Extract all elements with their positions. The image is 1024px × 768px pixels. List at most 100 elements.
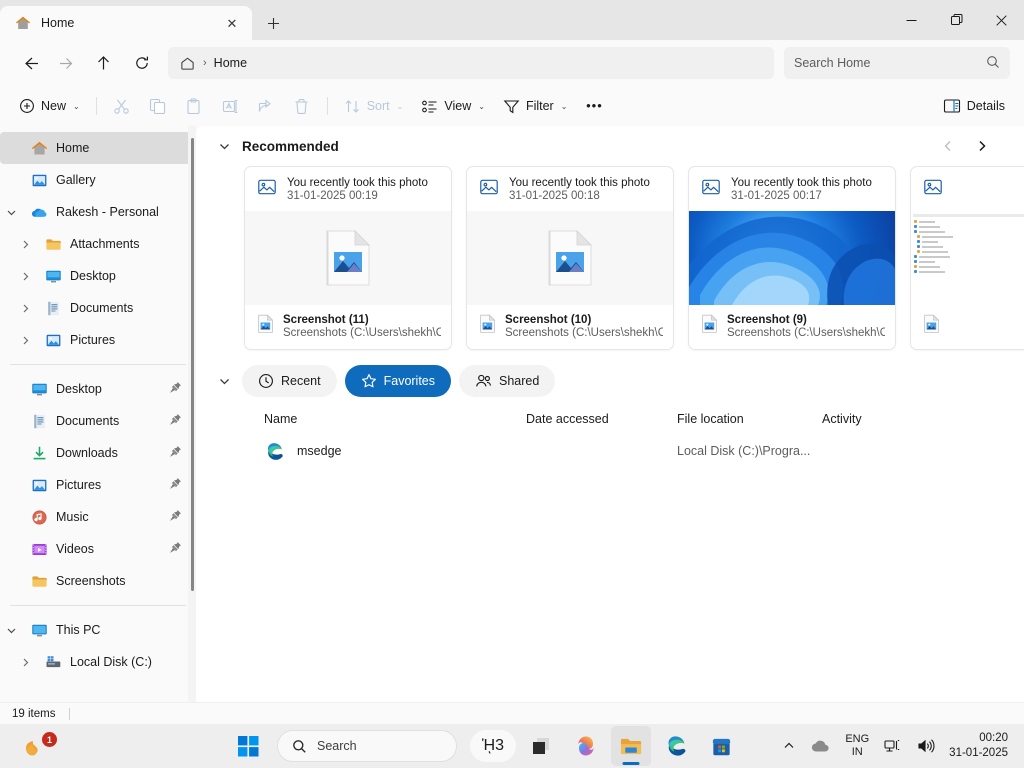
carousel-prev-button[interactable] — [934, 132, 962, 160]
sidebar-item-local-disk-c[interactable]: Local Disk (C:) — [0, 646, 190, 678]
network-tray-icon[interactable] — [878, 728, 907, 764]
share-button[interactable] — [248, 91, 284, 121]
sidebar-item-home[interactable]: Home — [0, 132, 190, 164]
breadcrumb-home-icon[interactable] — [178, 54, 196, 72]
onedrive-tray-icon[interactable] — [805, 728, 836, 764]
file-photo-icon — [479, 314, 496, 338]
taskbar-notification-app[interactable]: 1 — [20, 724, 50, 768]
taskbar-clock[interactable]: 00:20 31-01-2025 — [945, 731, 1016, 761]
sidebar-item-pictures[interactable]: Pictures — [0, 469, 190, 501]
sidebar-item-gallery[interactable]: Gallery — [0, 164, 190, 196]
sort-button[interactable]: Sort ⌄ — [335, 91, 413, 121]
table-row[interactable]: msedgeLocal Disk (C:)\Progra... — [196, 434, 1024, 468]
new-tab-button[interactable] — [256, 8, 290, 38]
pin-icon[interactable] — [169, 413, 182, 429]
chevron-right-icon[interactable] — [14, 335, 36, 346]
tab-shared[interactable]: Shared — [459, 365, 555, 397]
recommended-card[interactable]: You recently took this photo31-01-2025 0… — [466, 166, 674, 350]
start-button[interactable] — [228, 726, 268, 766]
sidebar-item-downloads[interactable]: Downloads — [0, 437, 190, 469]
pin-icon[interactable] — [169, 445, 182, 461]
language-indicator[interactable]: ENG IN — [840, 733, 874, 759]
sidebar-item-documents[interactable]: Documents — [0, 292, 190, 324]
recommended-card[interactable]: You recently took this photo31-01-2025 0… — [688, 166, 896, 350]
chevron-down-icon[interactable] — [0, 207, 22, 218]
close-button[interactable] — [979, 0, 1024, 40]
taskbar-search[interactable]: Search — [277, 730, 457, 762]
refresh-button[interactable] — [125, 47, 158, 80]
search-input[interactable]: Search Home — [794, 56, 870, 70]
more-options-button[interactable]: ••• — [576, 91, 612, 121]
pin-icon[interactable] — [169, 477, 182, 493]
file-explorer-taskbar-button[interactable] — [611, 726, 651, 766]
breadcrumb-current[interactable]: Home — [214, 56, 247, 70]
search-box[interactable]: Search Home — [784, 47, 1010, 79]
details-pane-button[interactable]: Details — [934, 91, 1014, 121]
carousel-next-button[interactable] — [968, 132, 996, 160]
taskbar-search-input[interactable]: Search — [317, 739, 357, 753]
microsoft-store-taskbar-button[interactable] — [701, 726, 741, 766]
restore-button[interactable] — [934, 0, 979, 40]
widgets-button[interactable]: ᾙ3 — [470, 730, 516, 762]
chevron-down-icon[interactable] — [210, 140, 238, 153]
sidebar-item-rakesh-personal[interactable]: Rakesh - Personal — [0, 196, 190, 228]
pin-icon[interactable] — [169, 509, 182, 525]
recommended-card[interactable] — [910, 166, 1024, 350]
chevron-right-icon[interactable] — [14, 303, 36, 314]
rename-button[interactable] — [212, 91, 248, 121]
card-footer: Screenshot (9)Screenshots (C:\Users\shek… — [689, 305, 895, 349]
close-tab-icon[interactable]: ✕ — [220, 11, 244, 35]
task-view-button[interactable] — [521, 726, 561, 766]
minimize-button[interactable] — [889, 0, 934, 40]
pin-icon[interactable] — [169, 381, 182, 397]
paste-button[interactable] — [176, 91, 212, 121]
back-button[interactable] — [14, 47, 47, 80]
tray-overflow-button[interactable] — [777, 728, 801, 764]
chevron-down-icon[interactable] — [0, 625, 22, 636]
sidebar-item-pictures[interactable]: Pictures — [0, 324, 190, 356]
microsoft-edge-taskbar-button[interactable] — [656, 726, 696, 766]
tab-home[interactable]: Home ✕ — [0, 6, 252, 40]
view-button[interactable]: View ⌄ — [412, 91, 494, 121]
chevron-right-icon[interactable] — [14, 657, 36, 668]
column-header-activity[interactable]: Activity — [822, 412, 942, 426]
sidebar-item-documents[interactable]: Documents — [0, 405, 190, 437]
recommended-card[interactable]: You recently took this photo31-01-2025 0… — [244, 166, 452, 350]
sidebar-scrollbar-thumb[interactable] — [191, 138, 194, 591]
column-header-file-location[interactable]: File location — [677, 412, 822, 426]
address-bar[interactable]: › Home — [168, 47, 774, 79]
up-button[interactable] — [87, 47, 120, 80]
sidebar-item-desktop[interactable]: Desktop — [0, 373, 190, 405]
sidebar-item-videos[interactable]: Videos — [0, 533, 190, 565]
tab-recent[interactable]: Recent — [242, 365, 337, 397]
column-header-name[interactable]: Name — [264, 412, 526, 426]
forward-button[interactable] — [49, 47, 82, 80]
copilot-button[interactable] — [566, 726, 606, 766]
sidebar-item-desktop[interactable]: Desktop — [0, 260, 190, 292]
music-icon — [30, 508, 48, 526]
volume-tray-icon[interactable] — [911, 728, 941, 764]
card-file-path: Screenshots (C:\Users\shekh\O... — [505, 327, 663, 339]
file-list-rows: msedgeLocal Disk (C:)\Progra... — [196, 434, 1024, 468]
sidebar-item-music[interactable]: Music — [0, 501, 190, 533]
sidebar-item-screenshots[interactable]: Screenshots — [0, 565, 190, 597]
delete-button[interactable] — [284, 91, 320, 121]
column-header-date-accessed[interactable]: Date accessed — [526, 412, 677, 426]
sidebar-item-attachments[interactable]: Attachments — [0, 228, 190, 260]
sidebar-item-label: Desktop — [56, 382, 102, 396]
chevron-right-icon[interactable] — [14, 271, 36, 282]
chevron-right-icon[interactable] — [14, 239, 36, 250]
new-button[interactable]: New ⌄ — [10, 91, 89, 121]
filter-button[interactable]: Filter ⌄ — [494, 91, 576, 121]
home-icon — [14, 14, 32, 32]
chevron-down-icon[interactable] — [210, 375, 238, 388]
sidebar-item-this-pc[interactable]: This PC — [0, 614, 190, 646]
cut-button[interactable] — [104, 91, 140, 121]
sidebar-item-label: Desktop — [70, 269, 116, 283]
copy-button[interactable] — [140, 91, 176, 121]
search-icon[interactable] — [986, 55, 1000, 72]
pin-icon[interactable] — [169, 541, 182, 557]
desktop-icon — [30, 380, 48, 398]
card-header: You recently took this photo31-01-2025 0… — [689, 167, 895, 211]
tab-favorites[interactable]: Favorites — [345, 365, 451, 397]
